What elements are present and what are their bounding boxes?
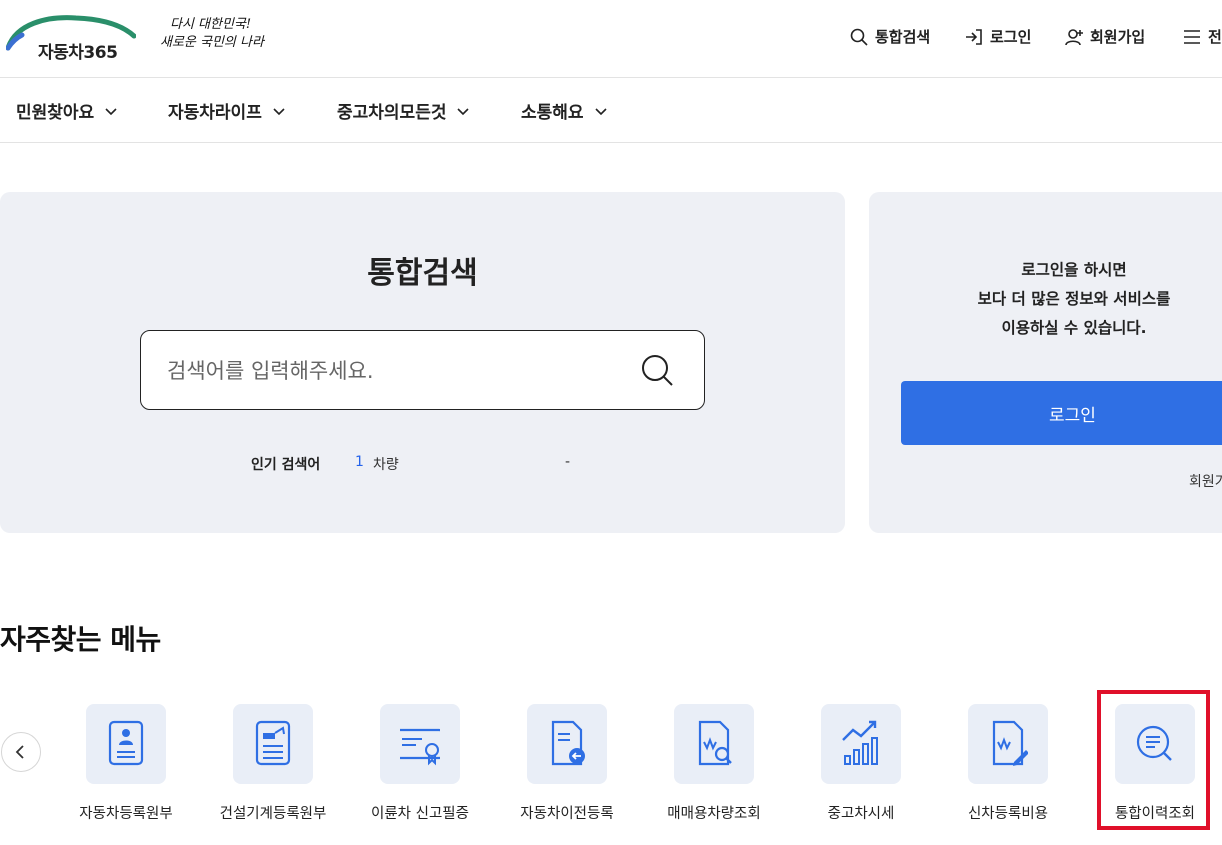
hamburger-icon <box>1184 29 1200 44</box>
chevron-left-icon <box>15 745 24 759</box>
favorite-item-trade-vehicle[interactable]: 매매용차량조회 <box>639 704 789 823</box>
chevron-down-icon <box>273 107 285 115</box>
transfer-doc-icon <box>551 720 585 766</box>
gnb-item-community[interactable]: 소통해요 <box>521 98 608 123</box>
chevron-down-icon <box>105 107 117 115</box>
logo-text: 자동차365 <box>38 43 118 63</box>
header-signup-link[interactable]: 회원가입 <box>1064 26 1145 47</box>
login-button[interactable]: 로그인 <box>901 381 1222 445</box>
header-menu-link[interactable]: 전 <box>1182 26 1222 47</box>
chevron-down-icon <box>594 107 607 115</box>
favorite-item-new-car-cost[interactable]: 신차등록비용 <box>933 704 1083 823</box>
construction-doc-icon <box>255 720 291 766</box>
cost-doc-icon <box>992 720 1028 766</box>
header-login-link[interactable]: 로그인 <box>964 26 1031 47</box>
favorite-item-transfer[interactable]: 자동차이전등록 <box>492 704 642 823</box>
highlight-box <box>1097 690 1210 830</box>
search-icon <box>642 355 673 386</box>
favorite-item-construction[interactable]: 건설기계등록원부 <box>198 704 348 823</box>
popular-keywords-label: 인기 검색어 <box>251 457 321 473</box>
signup-link[interactable]: 회원가입 <box>1189 471 1222 491</box>
slogan: 다시 대한민국! 새로운 국민의 나라 <box>160 17 264 50</box>
popular-keyword-rank: 1 <box>355 454 364 470</box>
search-button[interactable] <box>638 351 678 391</box>
search-box <box>140 330 705 410</box>
price-search-doc-icon <box>698 720 732 766</box>
user-plus-icon <box>1065 28 1083 45</box>
gnb-item-car-life[interactable]: 자동차라이프 <box>168 98 286 123</box>
search-input[interactable] <box>167 353 627 389</box>
main-navigation: 민원찾아요 자동차라이프 중고차의모든것 소통해요 <box>0 78 1222 143</box>
site-header: 자동차365 다시 대한민국! 새로운 국민의 나라 통합검색 로그인 회원가입… <box>0 0 1222 78</box>
login-icon <box>966 28 982 45</box>
login-panel: 로그인을 하시면 보다 더 많은 정보와 서비스를 이용하실 수 있습니다. 로… <box>869 192 1222 533</box>
favorites-title: 자주찾는 메뉴 <box>0 623 161 656</box>
carousel-prev-button[interactable] <box>1 732 41 772</box>
popular-keyword[interactable]: 차량 <box>373 454 399 474</box>
registration-doc-icon <box>108 720 144 766</box>
certificate-icon <box>400 728 440 766</box>
search-icon <box>850 28 868 46</box>
popular-keyword-change: - <box>565 454 571 470</box>
favorite-item-used-car-price[interactable]: 중고차시세 <box>786 704 936 823</box>
gnb-item-civil[interactable]: 민원찾아요 <box>16 98 118 123</box>
header-search-link[interactable]: 통합검색 <box>849 26 930 47</box>
search-panel: 통합검색 인기 검색어 1 차량 - <box>0 192 845 533</box>
login-message: 로그인을 하시면 보다 더 많은 정보와 서비스를 이용하실 수 있습니다. <box>977 261 1171 337</box>
favorite-item-registration[interactable]: 자동차등록원부 <box>51 704 201 823</box>
price-chart-icon <box>842 720 878 765</box>
favorite-item-motorcycle-cert[interactable]: 이륜차 신고필증 <box>345 704 495 823</box>
search-title: 통합검색 <box>367 256 478 291</box>
gnb-item-used-car[interactable]: 중고차의모든것 <box>337 98 470 123</box>
chevron-down-icon <box>457 107 470 115</box>
